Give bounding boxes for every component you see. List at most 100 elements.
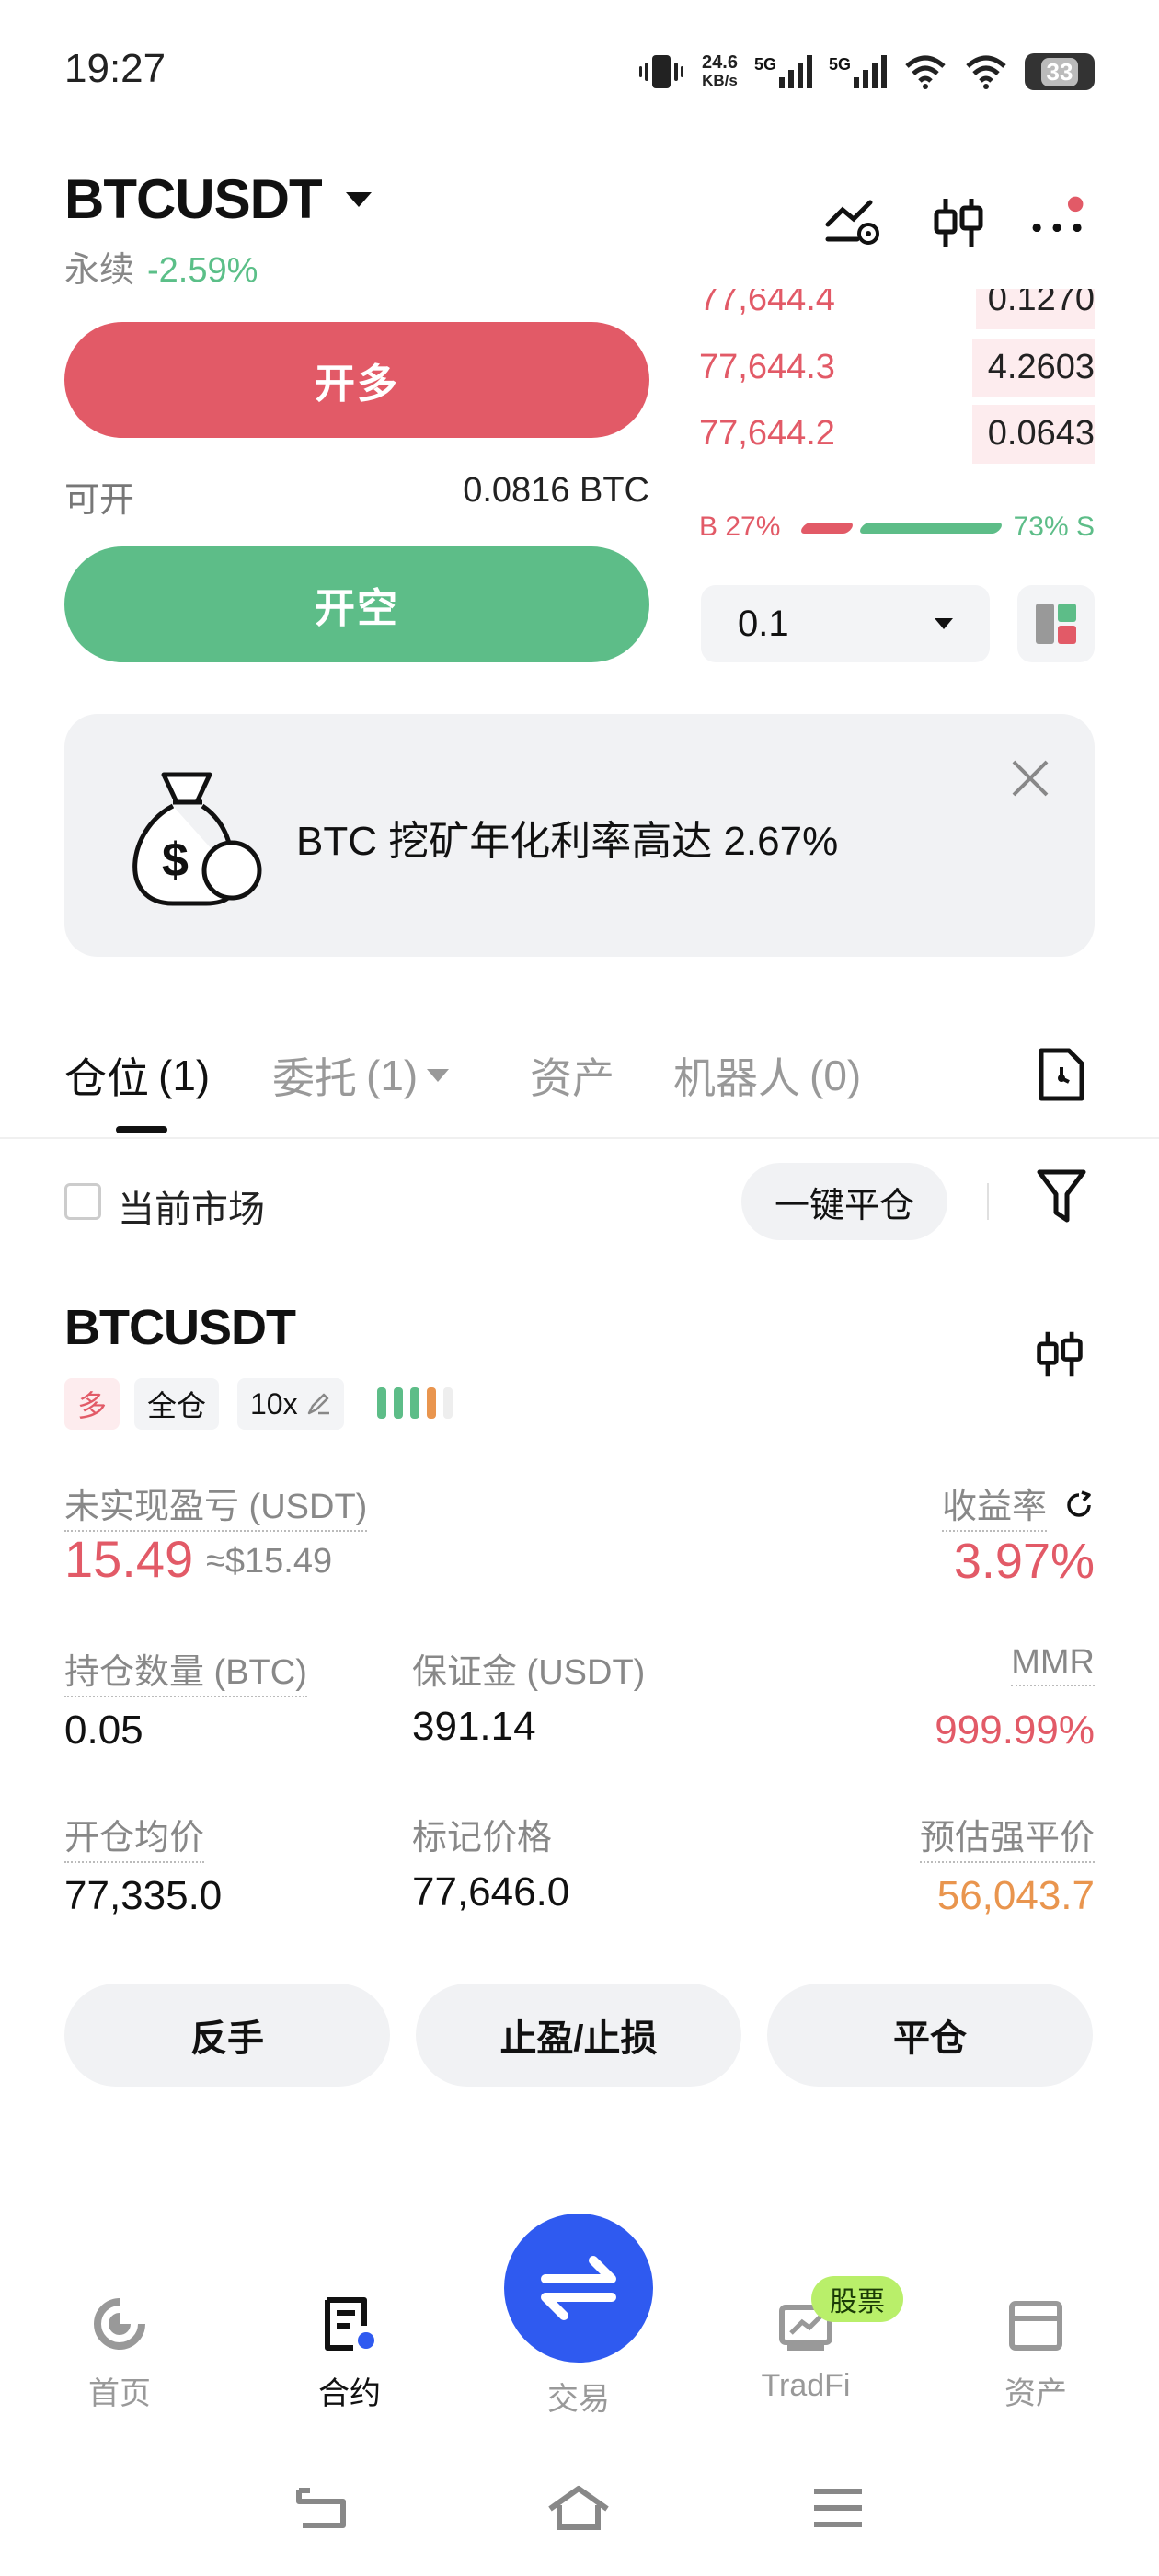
edit-icon <box>307 1393 329 1415</box>
reverse-button[interactable]: 反手 <box>64 1984 390 2087</box>
active-tab-indicator <box>116 1126 167 1133</box>
roe-header[interactable]: 收益率 <box>941 1478 1095 1532</box>
filter-divider <box>987 1183 989 1220</box>
trade-fab[interactable] <box>504 2214 653 2363</box>
tab-label: 机器人 <box>673 1054 800 1102</box>
system-home-icon[interactable] <box>546 2480 611 2536</box>
wifi-icon <box>905 55 946 89</box>
sell-ratio-bar <box>857 523 1004 534</box>
margin-value: 391.14 <box>412 1704 536 1749</box>
signal-icon-2: 5G <box>829 55 887 88</box>
mmr-value: 999.99% <box>935 1708 1095 1753</box>
money-bag-icon: $ <box>118 765 265 914</box>
candlestick-icon[interactable] <box>929 193 988 252</box>
stock-badge: 股票 <box>811 2276 903 2322</box>
ask-row[interactable]: 77,644.4 0.1270 <box>699 289 1095 329</box>
tab-divider <box>0 1137 1159 1139</box>
precision-value: 0.1 <box>738 603 789 644</box>
buy-ratio-bar <box>798 523 855 534</box>
home-icon <box>94 2298 145 2350</box>
liq-price-label[interactable]: 预估强平价 <box>919 1809 1095 1863</box>
close-all-button[interactable]: 一键平仓 <box>741 1163 947 1240</box>
ask-qty: 0.1270 <box>987 289 1095 318</box>
current-market-checkbox[interactable] <box>64 1183 101 1220</box>
system-menu-icon[interactable] <box>806 2480 870 2536</box>
unrealized-pnl-usd: ≈$15.49 <box>206 1542 333 1581</box>
margin-label: 保证金 (USDT) <box>412 1653 646 1692</box>
system-back-icon[interactable] <box>289 2480 353 2536</box>
roe-label: 收益率 <box>941 1478 1047 1532</box>
wifi-icon-2 <box>966 55 1006 89</box>
size-value: 0.05 <box>64 1708 143 1753</box>
contract-type: 永续 <box>64 251 135 290</box>
vibrate-icon <box>639 55 684 88</box>
tab-assets[interactable]: 资产 <box>530 1045 614 1106</box>
more-menu-icon[interactable] <box>1028 193 1087 252</box>
ask-price: 77,644.2 <box>699 414 835 453</box>
ask-price: 77,644.4 <box>699 289 835 318</box>
history-icon[interactable] <box>1038 1047 1085 1107</box>
nav-home[interactable]: 首页 <box>46 2294 193 2413</box>
open-long-button[interactable]: 开多 <box>64 322 649 438</box>
price-alert-icon[interactable] <box>824 193 883 252</box>
ask-row[interactable]: 77,644.3 4.2603 <box>699 339 1095 397</box>
size-label[interactable]: 持仓数量 (BTC) <box>64 1643 307 1697</box>
open-short-button[interactable]: 开空 <box>64 546 649 662</box>
tab-label: 委托 <box>272 1054 357 1102</box>
refresh-icon <box>1067 1489 1091 1517</box>
ask-row[interactable]: 77,644.2 0.0643 <box>699 405 1095 464</box>
margin-mode-tag[interactable]: 全仓 <box>134 1378 220 1430</box>
tpsl-button[interactable]: 止盈/止损 <box>416 1984 741 2087</box>
svg-text:$: $ <box>162 834 189 887</box>
precision-select[interactable]: 0.1 <box>701 585 990 662</box>
entry-price-label[interactable]: 开仓均价 <box>64 1809 205 1863</box>
nav-trade-label[interactable]: 交易 <box>504 2374 653 2419</box>
buy-sell-ratio: B 27% 73% S <box>699 508 1095 545</box>
available-label: 可开 <box>64 481 135 520</box>
chevron-down-icon <box>427 1069 450 1082</box>
futures-icon <box>325 2297 374 2351</box>
leverage-tag[interactable]: 10x <box>237 1378 344 1430</box>
roe-value: 3.97% <box>953 1534 1095 1589</box>
nav-assets[interactable]: 资产 <box>962 2294 1109 2413</box>
battery-icon: 33 <box>1025 53 1095 90</box>
orderbook-layout-button[interactable] <box>1017 585 1095 662</box>
chevron-down-icon <box>345 191 372 207</box>
banner-text: BTC 挖矿年化利率高达 2.67% <box>296 819 839 864</box>
nav-futures[interactable]: 合约 <box>276 2294 423 2413</box>
status-time: 19:27 <box>64 46 166 91</box>
nav-label: 首页 <box>88 2376 151 2411</box>
signal-icon-1: 5G <box>754 55 812 88</box>
available-value: 0.0816 BTC <box>463 471 649 510</box>
tab-count: (1) <box>158 1052 211 1099</box>
order-book-asks: 77,644.4 0.1270 77,644.3 4.2603 77,644.2… <box>699 289 1095 467</box>
wallet-icon <box>1009 2301 1062 2351</box>
close-position-button[interactable]: 平仓 <box>767 1984 1093 2087</box>
ask-price: 77,644.3 <box>699 348 835 386</box>
nav-label: 合约 <box>318 2376 381 2411</box>
filter-icon[interactable] <box>1036 1168 1087 1230</box>
ask-qty: 0.0643 <box>987 414 1095 453</box>
tab-count: (0) <box>809 1052 862 1099</box>
nav-label: 资产 <box>1004 2376 1067 2411</box>
candlestick-icon[interactable] <box>1034 1327 1085 1386</box>
risk-level-bars <box>377 1387 453 1419</box>
tab-positions[interactable]: 仓位 (1) <box>64 1045 210 1106</box>
unrealized-pnl-value: 15.49 <box>64 1530 194 1588</box>
unrealized-pnl-label[interactable]: 未实现盈亏 (USDT) <box>64 1478 368 1532</box>
price-change: -2.59% <box>147 251 258 290</box>
leverage-value: 10x <box>250 1386 298 1420</box>
current-market-label: 当前市场 <box>118 1190 265 1230</box>
position-symbol[interactable]: BTCUSDT <box>64 1299 296 1356</box>
mmr-label[interactable]: MMR <box>1011 1643 1095 1686</box>
symbol-subinfo: 永续 -2.59% <box>64 241 258 292</box>
tab-label: 仓位 <box>64 1054 149 1102</box>
tab-bots[interactable]: 机器人 (0) <box>673 1045 861 1106</box>
close-icon[interactable] <box>1004 753 1056 804</box>
symbol-selector[interactable]: BTCUSDT <box>64 167 372 231</box>
buy-ratio: B 27% <box>699 512 781 542</box>
tab-label: 资产 <box>530 1054 614 1102</box>
mark-price-value: 77,646.0 <box>412 1869 570 1915</box>
tab-orders[interactable]: 委托 (1) <box>272 1045 450 1106</box>
layout-icon <box>1036 604 1076 644</box>
